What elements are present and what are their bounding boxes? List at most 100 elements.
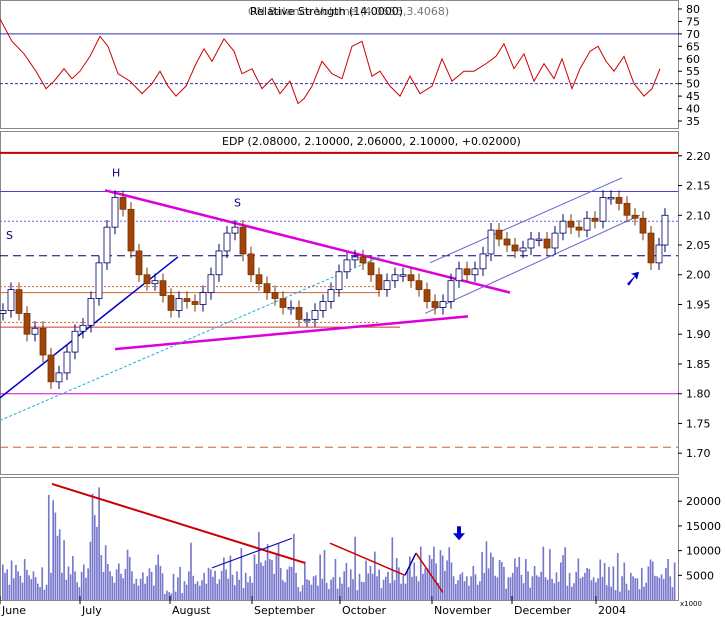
- volume-bar: [546, 579, 549, 600]
- volume-bar: [605, 585, 608, 600]
- volume-bar: [277, 543, 280, 600]
- volume-bar: [365, 560, 367, 600]
- price-candle-body: [583, 217, 591, 231]
- price-candle-body: [367, 262, 375, 276]
- volume-bar: [76, 582, 79, 600]
- volume-bar: [649, 559, 652, 600]
- volume-bar: [599, 559, 602, 600]
- volume-bar: [240, 548, 243, 600]
- volume-bar: [148, 568, 151, 600]
- volume-bar: [505, 588, 507, 600]
- volume-bar: [564, 547, 567, 600]
- volume-bar: [553, 583, 556, 600]
- price-candle-body: [143, 274, 151, 285]
- volume-bar: [279, 567, 282, 600]
- volume-bar: [352, 579, 354, 600]
- volume-bar: [137, 585, 140, 600]
- price-title: EDP (2.08000, 2.10000, 2.06000, 2.10000,…: [222, 135, 521, 148]
- volume-bar: [529, 587, 532, 600]
- volume-bar: [345, 562, 348, 600]
- pattern-label: H: [112, 167, 120, 180]
- price-candle-body: [151, 280, 159, 285]
- volume-bar: [172, 573, 175, 600]
- volume-bar: [271, 559, 273, 600]
- volume-bar: [347, 587, 350, 600]
- price-candle-body: [7, 289, 15, 311]
- volume-bar: [54, 512, 57, 600]
- volume-bar: [188, 571, 190, 600]
- volume-bar: [503, 566, 505, 600]
- price-candle-body: [455, 268, 463, 282]
- volume-bar: [310, 584, 313, 600]
- volume-bar: [299, 591, 302, 600]
- volume-bar: [297, 587, 300, 600]
- month-label: December: [514, 604, 572, 617]
- volume-bar: [636, 578, 639, 600]
- volume-bar: [584, 572, 586, 600]
- volume-bar: [203, 572, 205, 600]
- volume-bar: [328, 589, 330, 600]
- volume-bar: [586, 567, 588, 600]
- volume-bar: [330, 579, 332, 600]
- month-label: 2004: [598, 604, 626, 617]
- volume-bar: [43, 589, 46, 600]
- volume-bar: [72, 556, 74, 600]
- volume-bar: [387, 571, 389, 600]
- price-candle-body: [647, 232, 655, 264]
- arrow-annotation: [453, 526, 465, 541]
- arrow-annotation: [627, 271, 639, 286]
- volume-bar: [492, 557, 494, 600]
- volume-bar: [581, 576, 584, 600]
- volume-bar: [258, 531, 260, 600]
- price-candle-body: [383, 280, 391, 291]
- price-tick-label: 2.15: [686, 180, 711, 193]
- volume-bar: [511, 572, 514, 600]
- volume-bar: [45, 584, 48, 600]
- volume-bar: [288, 566, 291, 600]
- volume-bar: [111, 576, 114, 600]
- volume-bar: [667, 559, 669, 600]
- volume-bar: [113, 582, 116, 600]
- volume-bar: [334, 559, 337, 600]
- price-candle-body: [471, 268, 479, 276]
- volume-bar: [411, 576, 413, 600]
- volume-bar: [26, 569, 28, 600]
- volume-bar: [566, 585, 569, 600]
- volume-bar: [360, 581, 363, 600]
- price-candle-body: [607, 197, 615, 200]
- volume-bar: [163, 594, 166, 600]
- volume-bar: [209, 569, 212, 600]
- price-candle-body: [495, 229, 503, 240]
- volume-bar: [603, 562, 606, 600]
- volume-bar: [487, 568, 490, 600]
- volume-bar: [542, 546, 545, 600]
- price-candle-body: [127, 208, 135, 252]
- volume-bar: [614, 590, 617, 600]
- volume-bar: [6, 569, 9, 600]
- volume-bar: [454, 584, 457, 600]
- volume-bar: [12, 578, 15, 600]
- volume-bar: [321, 578, 324, 600]
- indicator-panel-frame: [0, 0, 679, 129]
- volume-bar: [424, 568, 426, 600]
- volume-bar: [623, 562, 626, 600]
- volume-bar: [89, 541, 92, 600]
- volume-bar: [671, 587, 674, 600]
- volume-bar: [273, 573, 275, 600]
- price-candle-body: [661, 214, 669, 246]
- price-candle-body: [623, 202, 631, 216]
- month-label: November: [434, 604, 492, 617]
- volume-bar: [229, 555, 232, 600]
- indicator-layer: [0, 18, 678, 105]
- volume-bar: [117, 563, 120, 600]
- volume-bar: [120, 573, 122, 600]
- price-candle-body: [599, 197, 607, 222]
- volume-bar: [231, 574, 234, 600]
- volume-bar: [413, 562, 416, 600]
- price-candle-body: [575, 226, 583, 231]
- price-candle-body: [287, 307, 295, 310]
- volume-bar: [260, 562, 262, 600]
- volume-bar: [266, 544, 269, 600]
- volume-bar: [242, 588, 245, 600]
- volume-bar: [380, 588, 383, 600]
